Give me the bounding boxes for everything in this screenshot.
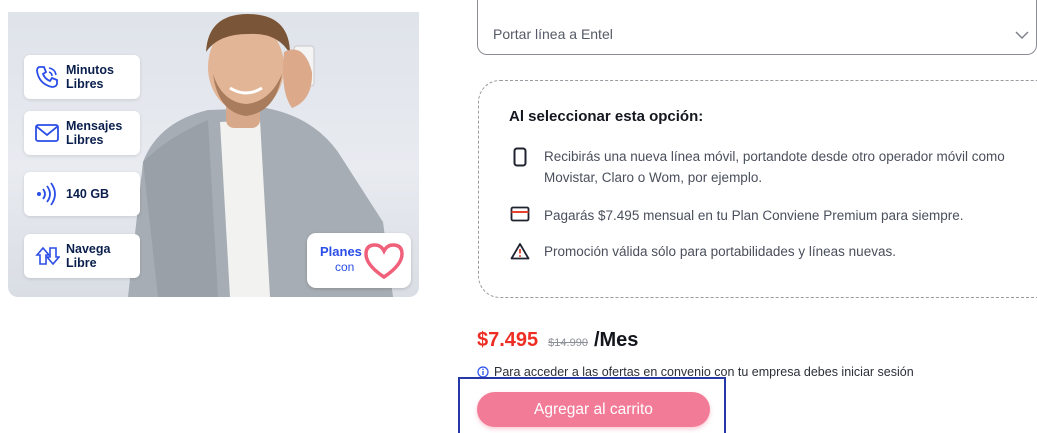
badge-line1: Planes [320,244,362,259]
info-item: Promoción válida sólo para portabilidade… [509,241,1014,262]
selection-info-box: Al seleccionar esta opción: Recibirás un… [478,80,1037,298]
info-text: Recibirás una nueva línea móvil, portand… [544,149,1005,185]
select-value: Portar línea a Entel [493,26,613,42]
info-item: Recibirás una nueva línea móvil, portand… [509,146,1014,188]
info-text: Pagarás $7.495 mensual en tu Plan Convie… [544,208,964,223]
promo-image: Minutos Libres Mensajes Libres 140 GB Na… [8,12,419,297]
phone-call-icon [33,63,61,91]
heart-icon [364,243,404,280]
envelope-icon [33,119,61,147]
portability-select[interactable]: Portar línea a Entel [477,0,1037,55]
navigate-arrows-icon [33,242,61,270]
info-item: Pagarás $7.495 mensual en tu Plan Convie… [509,205,1014,226]
credit-card-icon [509,205,531,226]
feature-browse: Navega Libre [24,234,140,278]
feature-messages: Mensajes Libres [24,111,140,155]
info-text: Promoción válida sólo para portabilidade… [544,244,896,259]
feature-data: 140 GB [24,172,140,216]
mobile-icon [509,146,531,188]
price-row: $7.495 $14.990 /Mes [477,329,638,352]
planes-con-badge: Planes con [307,233,411,288]
signal-waves-icon [33,180,61,208]
feature-minutes: Minutos Libres [24,55,140,99]
badge-line2: con [335,260,355,274]
price-unit: /Mes [593,329,639,351]
feature-label: Minutos Libres [66,63,114,91]
feature-label: Navega Libre [66,242,111,270]
price-old: $14.990 [548,337,588,349]
warning-icon [509,241,531,262]
price-current: $7.495 [477,329,539,351]
info-title: Al seleccionar esta opción: [509,108,704,125]
add-to-cart-button[interactable]: Agregar al carrito [477,392,710,427]
chevron-down-icon[interactable] [1014,27,1030,45]
feature-label: Mensajes Libres [66,119,123,147]
feature-label: 140 GB [66,187,110,201]
